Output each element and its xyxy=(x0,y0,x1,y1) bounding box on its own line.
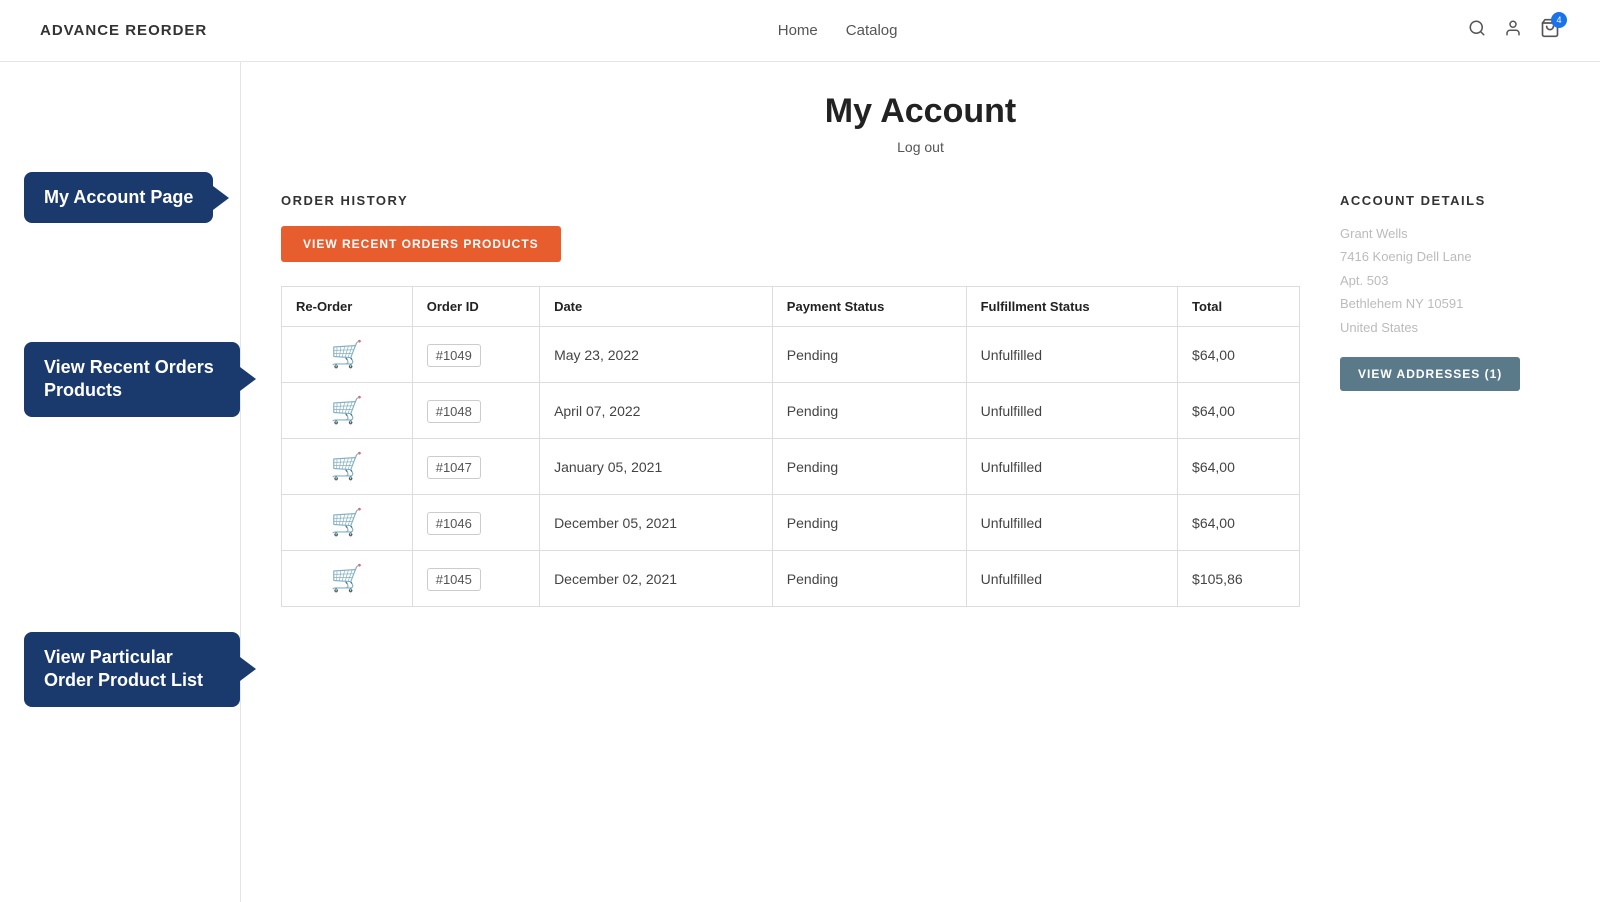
account-icon[interactable] xyxy=(1504,19,1522,42)
my-account-badge: My Account Page xyxy=(24,172,213,223)
col-total: Total xyxy=(1178,287,1300,327)
main-content: My Account Log out ORDER HISTORY VIEW RE… xyxy=(240,62,1600,902)
col-reorder: Re-Order xyxy=(282,287,413,327)
cell-reorder-icon[interactable]: 🛒 xyxy=(282,495,413,551)
cell-date: December 05, 2021 xyxy=(540,495,773,551)
view-recent-orders-button[interactable]: VIEW RECENT ORDERS PRODUCTS xyxy=(281,226,561,262)
cart-badge: 4 xyxy=(1551,12,1567,28)
order-id-badge: #1047 xyxy=(427,456,481,479)
brand-logo: ADVANCE REORDER xyxy=(40,22,207,39)
cell-total: $64,00 xyxy=(1178,439,1300,495)
cell-total: $64,00 xyxy=(1178,495,1300,551)
view-particular-badge: View Particular Order Product List xyxy=(24,632,240,707)
cell-total: $105,86 xyxy=(1178,551,1300,607)
cell-reorder-icon[interactable]: 🛒 xyxy=(282,551,413,607)
order-history-heading: ORDER HISTORY xyxy=(281,193,1300,208)
table-row: 🛒 #1049 May 23, 2022 Pending Unfulfilled… xyxy=(282,327,1300,383)
order-id-badge: #1046 xyxy=(427,512,481,535)
cell-order-id[interactable]: #1048 xyxy=(412,383,539,439)
col-fulfillment-status: Fulfillment Status xyxy=(966,287,1177,327)
cart-icon[interactable]: 4 xyxy=(1540,18,1560,43)
account-info: Grant Wells7416 Koenig Dell LaneApt. 503… xyxy=(1340,222,1560,339)
navbar: ADVANCE REORDER Home Catalog 4 xyxy=(0,0,1600,62)
logout-section: Log out xyxy=(281,139,1560,157)
cell-total: $64,00 xyxy=(1178,327,1300,383)
page-title: My Account xyxy=(281,92,1560,131)
content-columns: ORDER HISTORY VIEW RECENT ORDERS PRODUCT… xyxy=(281,193,1560,607)
nav-home[interactable]: Home xyxy=(778,22,818,39)
order-id-badge: #1048 xyxy=(427,400,481,423)
cell-reorder-icon[interactable]: 🛒 xyxy=(282,327,413,383)
order-history-section: ORDER HISTORY VIEW RECENT ORDERS PRODUCT… xyxy=(281,193,1300,607)
col-payment-status: Payment Status xyxy=(772,287,966,327)
table-row: 🛒 #1045 December 02, 2021 Pending Unfulf… xyxy=(282,551,1300,607)
cell-date: May 23, 2022 xyxy=(540,327,773,383)
view-recent-badge: View Recent Orders Products xyxy=(24,342,240,417)
annotation-my-account: My Account Page xyxy=(24,172,213,223)
cell-date: December 02, 2021 xyxy=(540,551,773,607)
annotation-view-recent: View Recent Orders Products xyxy=(24,342,240,417)
cell-fulfillment-status: Unfulfilled xyxy=(966,495,1177,551)
cell-order-id[interactable]: #1047 xyxy=(412,439,539,495)
account-info-line: United States xyxy=(1340,316,1560,339)
cell-total: $64,00 xyxy=(1178,383,1300,439)
table-row: 🛒 #1048 April 07, 2022 Pending Unfulfill… xyxy=(282,383,1300,439)
col-order-id: Order ID xyxy=(412,287,539,327)
table-head: Re-Order Order ID Date Payment Status Fu… xyxy=(282,287,1300,327)
order-id-badge: #1049 xyxy=(427,344,481,367)
cell-order-id[interactable]: #1046 xyxy=(412,495,539,551)
cell-fulfillment-status: Unfulfilled xyxy=(966,383,1177,439)
cell-fulfillment-status: Unfulfilled xyxy=(966,439,1177,495)
cell-payment-status: Pending xyxy=(772,495,966,551)
account-info-line: Apt. 503 xyxy=(1340,269,1560,292)
cell-date: January 05, 2021 xyxy=(540,439,773,495)
cell-payment-status: Pending xyxy=(772,439,966,495)
cell-payment-status: Pending xyxy=(772,383,966,439)
annotation-view-particular: View Particular Order Product List xyxy=(24,632,240,707)
cell-fulfillment-status: Unfulfilled xyxy=(966,551,1177,607)
cell-date: April 07, 2022 xyxy=(540,383,773,439)
account-info-line: Grant Wells xyxy=(1340,222,1560,245)
nav-icons: 4 xyxy=(1468,18,1560,43)
cell-fulfillment-status: Unfulfilled xyxy=(966,327,1177,383)
nav-links: Home Catalog xyxy=(778,22,898,39)
cell-payment-status: Pending xyxy=(772,551,966,607)
col-date: Date xyxy=(540,287,773,327)
order-id-badge: #1045 xyxy=(427,568,481,591)
table-row: 🛒 #1047 January 05, 2021 Pending Unfulfi… xyxy=(282,439,1300,495)
account-details-heading: ACCOUNT DETAILS xyxy=(1340,193,1560,208)
table-body: 🛒 #1049 May 23, 2022 Pending Unfulfilled… xyxy=(282,327,1300,607)
cell-order-id[interactable]: #1049 xyxy=(412,327,539,383)
cell-reorder-icon[interactable]: 🛒 xyxy=(282,383,413,439)
account-info-line: Bethlehem NY 10591 xyxy=(1340,292,1560,315)
logout-link[interactable]: Log out xyxy=(897,139,944,155)
table-row: 🛒 #1046 December 05, 2021 Pending Unfulf… xyxy=(282,495,1300,551)
account-details-section: ACCOUNT DETAILS Grant Wells7416 Koenig D… xyxy=(1340,193,1560,391)
search-icon[interactable] xyxy=(1468,19,1486,42)
view-addresses-button[interactable]: VIEW ADDRESSES (1) xyxy=(1340,357,1520,391)
cell-order-id[interactable]: #1045 xyxy=(412,551,539,607)
orders-table: Re-Order Order ID Date Payment Status Fu… xyxy=(281,286,1300,607)
cell-payment-status: Pending xyxy=(772,327,966,383)
nav-catalog[interactable]: Catalog xyxy=(846,22,898,39)
cell-reorder-icon[interactable]: 🛒 xyxy=(282,439,413,495)
page-wrapper: My Account Page View Recent Orders Produ… xyxy=(0,62,1600,902)
table-header-row: Re-Order Order ID Date Payment Status Fu… xyxy=(282,287,1300,327)
account-info-line: 7416 Koenig Dell Lane xyxy=(1340,245,1560,268)
annotation-panel: My Account Page View Recent Orders Produ… xyxy=(0,62,240,902)
